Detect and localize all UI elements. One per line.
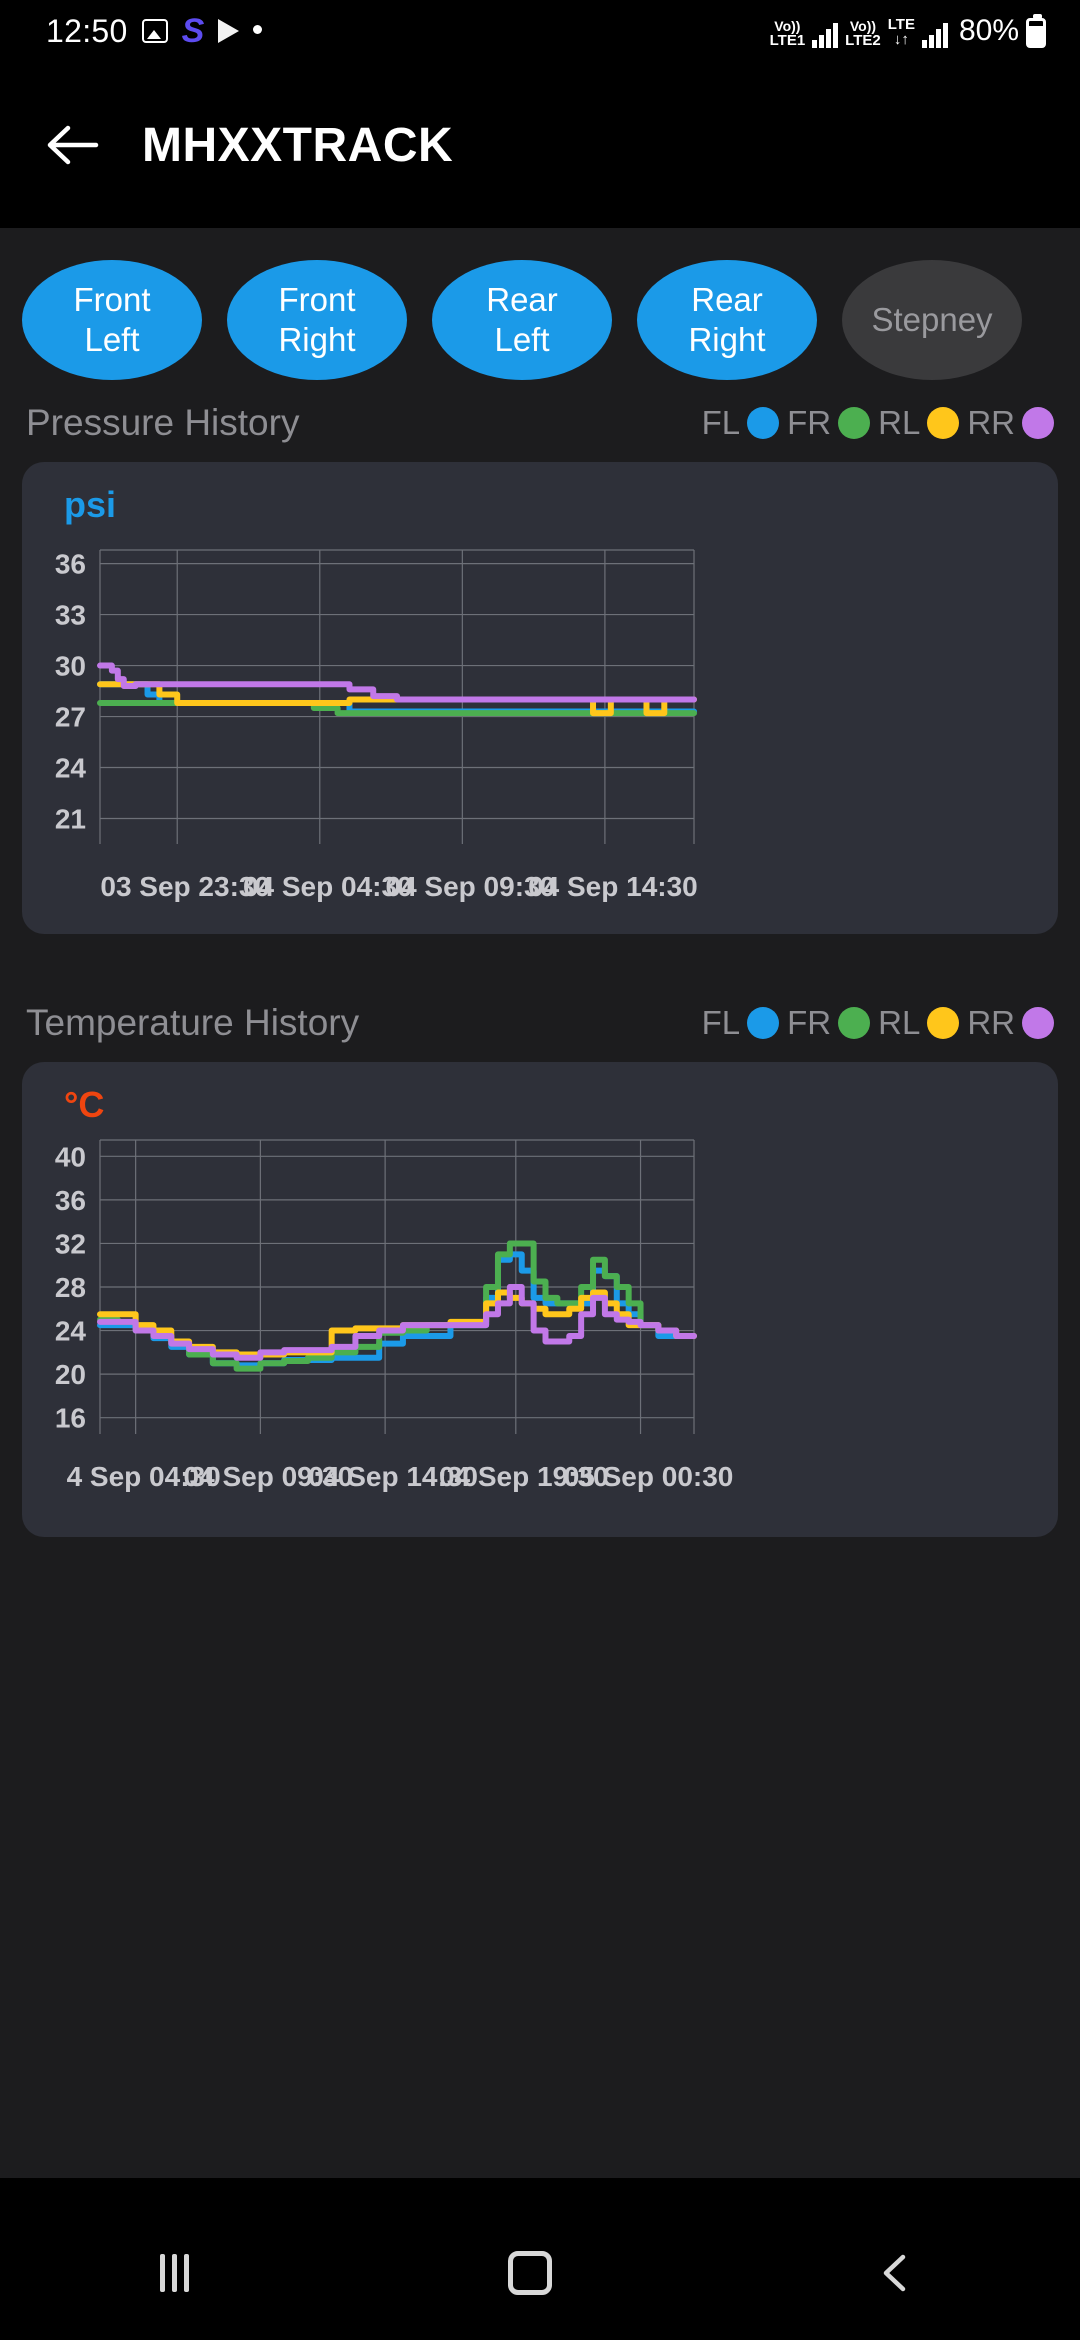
legend-item-rr: RR xyxy=(967,404,1054,442)
svg-text:24: 24 xyxy=(55,1316,87,1347)
legend-item-rr-temp: RR xyxy=(967,1004,1054,1042)
svg-text:32: 32 xyxy=(55,1228,86,1259)
legend-item-fr: FR xyxy=(787,404,871,442)
temperature-chart-card: °C 40 36 32 28 24 20 16 4 Sep 04:30 04 Sep 09:30… xyxy=(22,1062,1058,1537)
chip-front-right[interactable]: Front Right xyxy=(227,260,407,380)
legend-item-fl: FL xyxy=(702,404,780,442)
svg-text:27: 27 xyxy=(55,702,86,733)
pressure-legend: FL FR RL RR xyxy=(702,404,1054,442)
legend-swatch-fl xyxy=(747,407,780,439)
svg-text:36: 36 xyxy=(55,1185,86,1216)
wheel-selector: Front Left Front Right Rear Left Rear Ri… xyxy=(0,228,1080,380)
svg-text:40: 40 xyxy=(55,1141,86,1172)
page-title: MHXXTRACK xyxy=(142,118,454,172)
image-icon xyxy=(141,19,168,43)
svg-text:33: 33 xyxy=(55,600,86,631)
volte2-icon: Vo)) LTE2 xyxy=(845,18,881,49)
chip-front-left[interactable]: Front Left xyxy=(22,260,202,380)
svg-text:16: 16 xyxy=(55,1403,86,1434)
legend-swatch-fl xyxy=(747,1007,780,1039)
legend-swatch-rr xyxy=(1022,1007,1054,1039)
pressure-chart-card: psi 36 33 30 27 24 21 03 Sep 23:30 04 Sep 04:30… xyxy=(22,462,1058,934)
main-content: Front Left Front Right Rear Left Rear Ri… xyxy=(0,228,1080,2206)
legend-swatch-fr xyxy=(838,407,871,439)
dot-icon xyxy=(253,24,263,34)
temperature-section-header: Temperature History FL FR RL RR xyxy=(0,994,1080,1052)
play-icon xyxy=(218,19,240,43)
status-bar-left: 12:50 S xyxy=(46,12,263,50)
legend-item-rl: RL xyxy=(878,404,960,442)
nav-gap xyxy=(0,2178,1080,2206)
temperature-history-title: Temperature History xyxy=(26,1002,360,1043)
svg-text:24: 24 xyxy=(55,753,87,784)
pressure-history-title: Pressure History xyxy=(26,402,300,443)
arrow-left-icon[interactable] xyxy=(44,116,102,174)
back-icon[interactable] xyxy=(872,2249,920,2297)
chip-rear-left[interactable]: Rear Left xyxy=(432,260,612,380)
legend-swatch-rl xyxy=(927,1007,960,1039)
temperature-chart-plot[interactable]: 40 36 32 28 24 20 16 4 Sep 04:30 04 Sep 09:30 04 … xyxy=(22,1062,1058,1537)
chip-stepney[interactable]: Stepney xyxy=(842,260,1022,380)
legend-item-rl-temp: RL xyxy=(878,1004,960,1042)
samsung-s-icon: S xyxy=(181,12,205,50)
home-icon[interactable] xyxy=(508,2251,553,2295)
recent-apps-icon[interactable] xyxy=(159,2254,189,2292)
temperature-legend: FL FR RL RR xyxy=(702,1004,1054,1042)
app-bar: MHXXTRACK xyxy=(0,62,1080,228)
clock: 12:50 xyxy=(46,12,128,49)
legend-item-fr-temp: FR xyxy=(787,1004,871,1042)
signal-bars-sim1-icon xyxy=(812,22,839,48)
battery-percent: 80% xyxy=(958,14,1019,47)
legend-swatch-rl xyxy=(927,407,960,439)
status-bar-right: Vo)) LTE1 Vo)) LTE2 LTE ↓↑ 80% xyxy=(770,14,1046,48)
battery-icon xyxy=(1026,14,1046,48)
svg-text:05 Sep 00:30: 05 Sep 00:30 xyxy=(564,1461,734,1492)
lte-data-icon: LTE ↓↑ xyxy=(887,15,915,49)
svg-text:36: 36 xyxy=(55,549,86,580)
pressure-section-header: Pressure History FL FR RL RR xyxy=(0,394,1080,452)
svg-text:04 Sep 14:30: 04 Sep 14:30 xyxy=(528,871,698,902)
system-nav-bar xyxy=(0,2206,1080,2340)
svg-text:28: 28 xyxy=(55,1272,86,1303)
svg-text:30: 30 xyxy=(55,651,86,682)
status-bar: 12:50 S Vo)) LTE1 Vo)) LTE2 LTE ↓↑ 80% xyxy=(0,0,1080,62)
volte1-icon: Vo)) LTE1 xyxy=(769,18,806,49)
phone-screen: 12:50 S Vo)) LTE1 Vo)) LTE2 LTE ↓↑ 80% M… xyxy=(0,0,1080,2340)
svg-text:20: 20 xyxy=(55,1359,86,1390)
legend-swatch-fr xyxy=(838,1007,871,1039)
svg-text:21: 21 xyxy=(55,804,86,835)
legend-swatch-rr xyxy=(1022,407,1054,439)
signal-bars-sim2-icon xyxy=(921,22,948,48)
chip-rear-right[interactable]: Rear Right xyxy=(637,260,817,380)
legend-item-fl-temp: FL xyxy=(702,1004,780,1042)
pressure-chart-plot[interactable]: 36 33 30 27 24 21 03 Sep 23:30 04 Sep 04:30 04 S… xyxy=(22,462,1058,934)
